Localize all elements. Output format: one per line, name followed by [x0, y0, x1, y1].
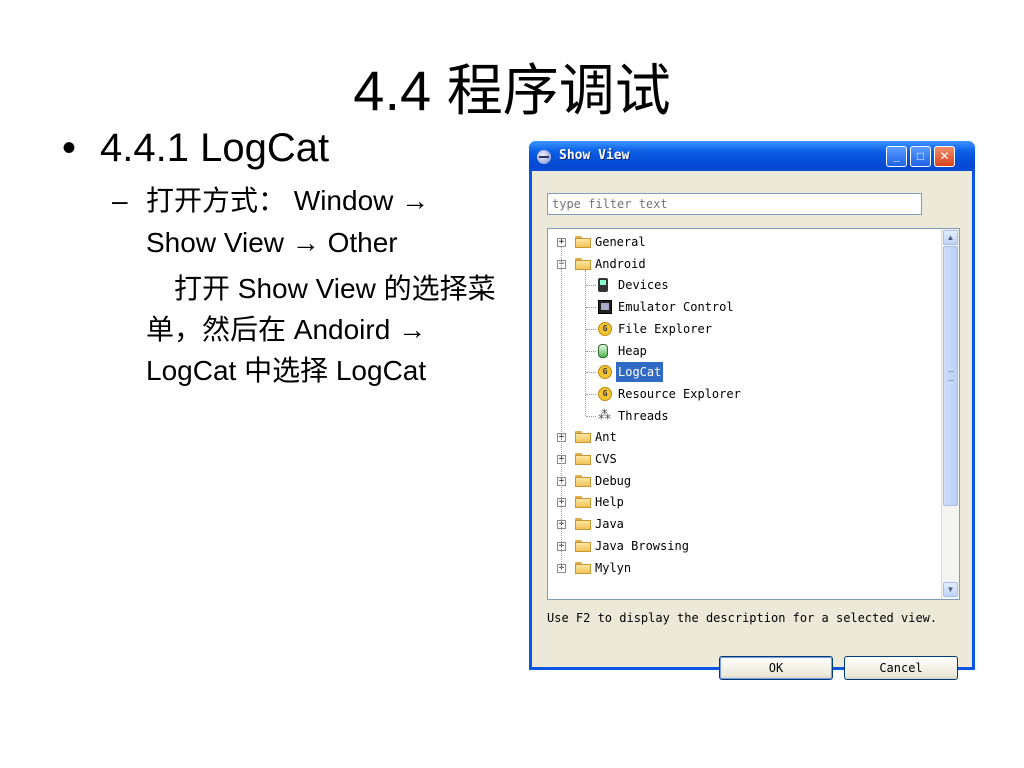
sub-bullet-marker: –	[112, 185, 128, 216]
dialog-titlebar[interactable]: Show View _ □ ✕	[529, 141, 975, 171]
tree-item-label: Ant	[595, 430, 617, 445]
folder-icon	[575, 561, 592, 574]
selected-tree-item-label: LogCat	[616, 362, 664, 383]
tree-item-logcat[interactable]: G LogCat	[548, 362, 938, 383]
help-hint: Use F2 to display the description for a …	[547, 611, 938, 625]
show-view-dialog: Show View _ □ ✕ ▲ ▼ +General−Android Devi…	[529, 141, 975, 680]
grip-icon	[948, 371, 954, 381]
tree-item-java-browsing[interactable]: + Java Browsing	[548, 536, 938, 556]
tree-item-label: Java	[595, 517, 624, 532]
tree-item-label: General	[595, 235, 646, 249]
tree-item-debug[interactable]: + Debug	[548, 471, 938, 491]
tree-connector	[586, 393, 596, 395]
tree-item-threads[interactable]: ⁂ Threads	[548, 406, 938, 426]
scroll-up-button[interactable]: ▲	[943, 230, 958, 245]
tree-item-android[interactable]: − Android	[548, 254, 938, 274]
tree-item-help[interactable]: + Help	[548, 492, 938, 512]
tree-item-general[interactable]: + General	[548, 232, 938, 252]
maximize-button[interactable]: □	[910, 146, 931, 167]
folder-icon	[575, 236, 592, 248]
tree-connector	[586, 307, 596, 309]
scroll-down-button[interactable]: ▼	[943, 582, 958, 597]
tree-item-label: Help	[595, 495, 624, 510]
tree-connector	[586, 285, 596, 287]
folder-icon	[575, 431, 592, 444]
tree-guide-line	[561, 246, 562, 568]
folder-icon	[575, 474, 592, 487]
tree-item-label: Mylyn	[595, 560, 632, 575]
tree-item-label: Android	[595, 256, 646, 271]
ddms-icon: G	[598, 365, 612, 380]
tree-guide-line	[585, 269, 586, 416]
tree-item-devices[interactable]: Devices	[548, 275, 938, 295]
tree-item-cvs[interactable]: + CVS	[548, 449, 938, 469]
tree-connector	[586, 328, 596, 330]
sub-bullet-text: 打开方式： Window → Show View → Other	[146, 185, 430, 258]
dialog-body: ▲ ▼ +General−Android Devices Emulator Cont…	[532, 171, 972, 680]
filter-input[interactable]	[547, 193, 922, 215]
folder-icon	[575, 539, 592, 552]
heap-icon	[598, 343, 608, 358]
emulator-control-icon	[598, 300, 612, 315]
tree-item-mylyn[interactable]: + Mylyn	[548, 558, 938, 578]
eclipse-icon	[537, 150, 551, 164]
device-icon	[598, 278, 608, 293]
view-tree: ▲ ▼ + General − Android Devices Emulator Cont…	[547, 228, 960, 600]
folder-icon	[575, 453, 592, 465]
tree-connector	[586, 372, 596, 374]
tree-item-java[interactable]: + Java	[548, 514, 938, 534]
vertical-scrollbar[interactable]: ▲ ▼	[941, 229, 959, 599]
bullet-text: 4.4.1 LogCat	[100, 126, 330, 170]
tree-item-label: CVS	[595, 452, 617, 466]
tree-item-label: Debug	[595, 473, 632, 488]
tree-item-file-explorer[interactable]: G File Explorer	[548, 319, 938, 339]
tree-item-label: Heap	[618, 343, 647, 358]
tree-item-label: Resource Explorer	[618, 386, 741, 401]
tree-item-ant[interactable]: + Ant	[548, 427, 938, 447]
folder-icon	[575, 257, 592, 270]
tree-item-label: File Explorer	[618, 321, 712, 336]
folder-icon	[575, 518, 592, 531]
cancel-button[interactable]: Cancel	[844, 656, 958, 680]
tree-connector	[586, 415, 596, 417]
tree-item-label: Java Browsing	[595, 538, 689, 553]
tree-item-label: Threads	[618, 408, 669, 423]
dialog-title: Show View	[559, 148, 630, 163]
sub-bullet: – 打开方式： Window → Show View → Other	[112, 180, 497, 264]
tree-item-label: Devices	[618, 278, 669, 293]
ok-button[interactable]: OK	[719, 656, 833, 680]
bullet-marker: •	[62, 126, 77, 170]
tree-item-label: Emulator Control	[618, 300, 734, 315]
tree-item-resource-explorer[interactable]: G Resource Explorer	[548, 384, 938, 404]
slide-title: 4.4 程序调试	[353, 59, 671, 122]
minimize-button[interactable]: _	[886, 146, 907, 167]
close-button[interactable]: ✕	[934, 146, 955, 167]
tree-item-emulator-control[interactable]: Emulator Control	[548, 297, 938, 317]
ddms-icon: G	[598, 321, 612, 336]
threads-icon: ⁂	[598, 407, 611, 423]
folder-icon	[575, 496, 592, 509]
ddms-icon: G	[598, 386, 612, 401]
bullet-item: • 4.4.1 LogCat	[62, 124, 329, 172]
instruction-paragraph: 打开 Show View 的选择菜单，然后在 Andoird → LogCat …	[146, 273, 496, 386]
scroll-thumb[interactable]	[943, 246, 958, 506]
tree-item-heap[interactable]: Heap	[548, 341, 938, 361]
tree-connector	[586, 350, 596, 352]
